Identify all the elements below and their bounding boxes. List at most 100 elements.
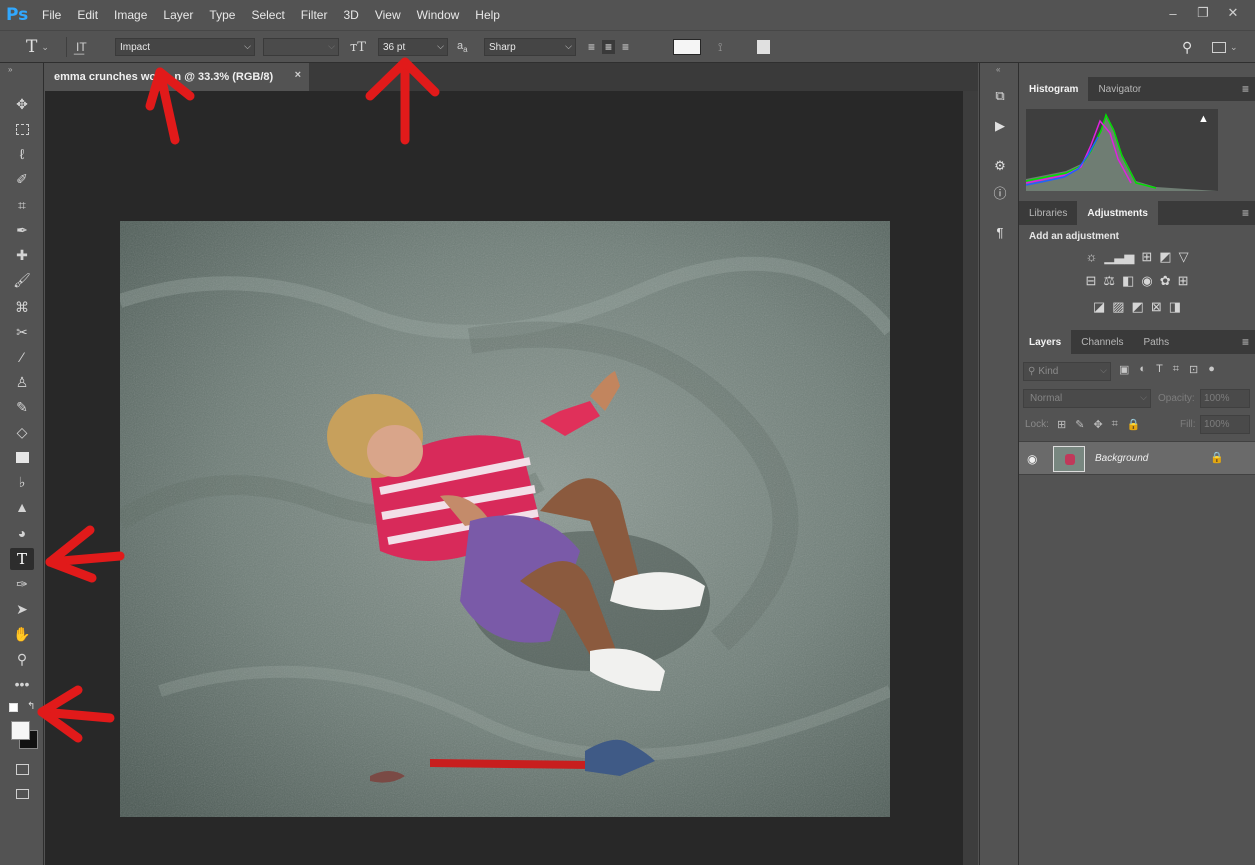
selective-color-icon[interactable]: ◨ (1169, 299, 1181, 315)
menu-help[interactable]: Help (467, 8, 508, 22)
warning-icon[interactable]: ▲ (1198, 113, 1209, 125)
search-icon[interactable]: ⚲ (1182, 37, 1192, 57)
swap-colors-icon[interactable]: ↰ (27, 701, 35, 712)
tab-layers[interactable]: Layers (1019, 330, 1072, 354)
color-balance-icon[interactable]: ⚖ (1103, 273, 1115, 289)
panel-menu-icon[interactable]: ≡ (1242, 206, 1249, 220)
type-filter-icon[interactable]: T (1156, 363, 1163, 376)
clone-stamp-tool-icon[interactable]: ⌘ (10, 296, 34, 318)
smart-object-filter-icon[interactable]: ⊡ (1189, 363, 1198, 376)
tab-adjustments[interactable]: Adjustments (1077, 201, 1158, 225)
menu-view[interactable]: View (367, 8, 409, 22)
layer-kind-filter[interactable]: ⚲ Kind ⌵ (1023, 362, 1111, 381)
menu-type[interactable]: Type (201, 8, 243, 22)
history-brush-tool-icon[interactable]: ✂ (10, 321, 34, 343)
blend-mode-select[interactable]: Normal ⌵ (1023, 389, 1151, 408)
panel-menu-icon[interactable]: ≡ (1242, 335, 1249, 349)
dodge-tool-icon[interactable]: ◕ (10, 522, 34, 544)
align-left-icon[interactable]: ≡ (588, 40, 595, 54)
actions-play-icon[interactable]: ▶ (988, 115, 1012, 137)
menu-edit[interactable]: Edit (69, 8, 106, 22)
tab-paths[interactable]: Paths (1134, 330, 1180, 354)
tab-channels[interactable]: Channels (1071, 330, 1133, 354)
marquee-tool-icon[interactable] (10, 118, 34, 140)
font-style-select[interactable]: ⌵ (263, 37, 339, 57)
color-lookup-icon[interactable]: ⊞ (1178, 273, 1189, 289)
filter-toggle-icon[interactable]: ● (1208, 363, 1215, 376)
eraser-icon[interactable]: ◇ (10, 421, 34, 443)
document-tab[interactable]: emma crunches wo n @ 33.3% (RGB/8) × (45, 63, 309, 91)
pen-tool-icon[interactable]: ✑ (10, 573, 34, 595)
healing-brush-tool-icon[interactable]: ✚ (10, 244, 34, 266)
brightness-contrast-icon[interactable]: ☼ (1085, 249, 1097, 265)
menu-3d[interactable]: 3D (335, 8, 366, 22)
black-white-icon[interactable]: ◧ (1122, 273, 1134, 289)
foreground-color-swatch[interactable] (11, 721, 30, 740)
invert-icon[interactable]: ◪ (1093, 299, 1105, 315)
restore-button[interactable]: ❐ (1189, 2, 1217, 24)
workspace-switcher[interactable]: ⌄ (1212, 37, 1238, 57)
text-tool-preset-picker[interactable]: T ⌄ (26, 37, 49, 57)
text-orientation-toggle[interactable]: I͟T (76, 37, 87, 57)
adjustment-filter-icon[interactable]: ◐ (1139, 363, 1146, 376)
lock-all-icon[interactable]: 🔒 (1127, 418, 1141, 431)
align-right-icon[interactable]: ≡ (622, 40, 629, 54)
lasso-tool-icon[interactable]: ℓ (10, 143, 34, 165)
font-family-field[interactable]: Impact ⌵ (115, 38, 255, 56)
opacity-field[interactable]: 100% (1200, 389, 1250, 408)
tab-navigator[interactable]: Navigator (1088, 77, 1151, 101)
type-tool-icon[interactable]: T (10, 548, 34, 570)
font-size-field[interactable]: 36 pt ⌵ (378, 38, 448, 56)
history-icon[interactable]: ⧉ (988, 85, 1012, 107)
layer-row-background[interactable]: ◉ Background 🔒 (1019, 441, 1255, 475)
antialias-field[interactable]: Sharp ⌵ (484, 38, 576, 56)
properties-icon[interactable]: ⚙ (988, 155, 1012, 177)
align-center-icon[interactable]: ≡ (602, 40, 616, 54)
posterize-icon[interactable]: ▨ (1112, 299, 1124, 315)
curves-icon[interactable]: ⊞ (1141, 249, 1152, 265)
menu-window[interactable]: Window (409, 8, 468, 22)
gradient-map-icon[interactable]: ⊠ (1151, 299, 1162, 315)
visibility-eye-icon[interactable]: ◉ (1027, 452, 1037, 466)
text-color-swatch[interactable] (673, 37, 701, 57)
hand-tool-icon[interactable]: ✋ (10, 623, 34, 645)
smudge-tool-icon[interactable]: ✎ (10, 396, 34, 418)
move-tool-icon[interactable]: ✥ (10, 93, 34, 115)
font-family-select[interactable]: Impact ⌵ (115, 37, 255, 57)
info-icon[interactable]: ⓘ (988, 181, 1012, 203)
menu-layer[interactable]: Layer (155, 8, 201, 22)
character-panel-icon[interactable] (757, 37, 770, 57)
tab-histogram[interactable]: Histogram (1019, 77, 1089, 101)
sharpen-tool-icon[interactable]: ▲ (10, 496, 34, 518)
screen-mode-icon[interactable] (10, 783, 34, 805)
more-tools-icon[interactable]: ••• (10, 673, 34, 695)
close-window-button[interactable]: ✕ (1219, 2, 1247, 24)
lock-artboard-icon[interactable]: ⌗ (1112, 418, 1118, 431)
default-colors-icon[interactable] (9, 703, 18, 712)
pixel-filter-icon[interactable]: ▣ (1119, 363, 1129, 376)
channel-mixer-icon[interactable]: ✿ (1160, 273, 1171, 289)
fill-field[interactable]: 100% (1200, 415, 1250, 434)
eyedropper-tool-icon[interactable]: ✒ (10, 219, 34, 241)
lock-position-icon[interactable]: ✥ (1093, 418, 1102, 431)
warp-text-icon[interactable]: ⟟ (718, 37, 722, 57)
menu-select[interactable]: Select (243, 8, 292, 22)
tab-libraries[interactable]: Libraries (1019, 201, 1077, 225)
panel-menu-icon[interactable]: ≡ (1242, 82, 1249, 96)
shape-filter-icon[interactable]: ⌗ (1173, 363, 1179, 376)
collapse-toolbar-icon[interactable]: » (8, 65, 12, 74)
zoom-tool-icon[interactable]: ⚲ (10, 648, 34, 670)
brush-tool-icon[interactable]: 🖌 (10, 269, 34, 291)
font-size-select[interactable]: 36 pt ⌵ (378, 37, 448, 57)
close-tab-icon[interactable]: × (295, 69, 301, 81)
threshold-icon[interactable]: ◩ (1132, 299, 1144, 315)
menu-image[interactable]: Image (106, 8, 155, 22)
gradient-tool-icon[interactable] (10, 446, 34, 468)
lock-paint-icon[interactable]: ✎ (1075, 418, 1084, 431)
blur-tool-icon[interactable]: ♭ (10, 471, 34, 493)
path-selection-tool-icon[interactable]: ➤ (10, 598, 34, 620)
photo-filter-icon[interactable]: ◉ (1141, 273, 1152, 289)
antialias-select[interactable]: Sharp ⌵ (484, 37, 576, 57)
lock-transparent-icon[interactable]: ⊞ (1057, 418, 1066, 431)
document-photo[interactable] (120, 221, 890, 817)
